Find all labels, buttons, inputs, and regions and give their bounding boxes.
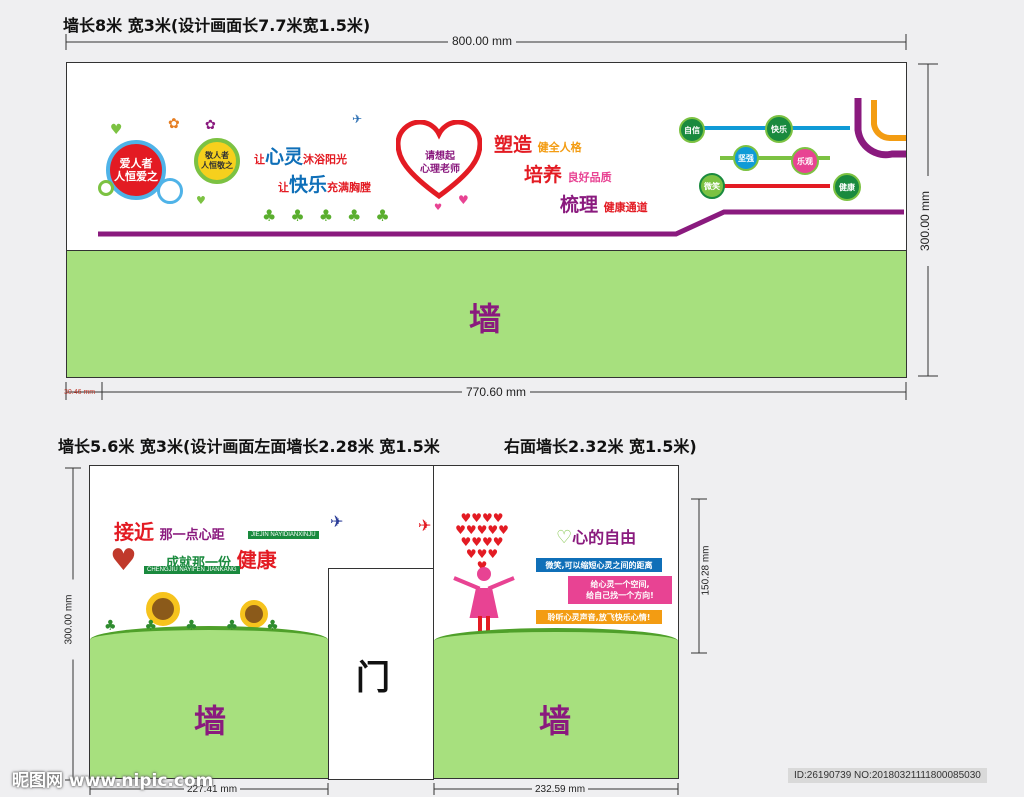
node-strong: 坚强 [733,145,759,171]
sprouts: ♣♣♣♣♣ [262,206,404,225]
bird-icon: ✈ [352,112,363,126]
growth1-small: 健全人格 [537,141,582,154]
watermark-right: ID:26190739 NO:20180321111800085030 [788,768,987,783]
top-height-label: 300.00 mm [918,176,932,266]
left-title-2-en: CHENGJIU NAYIFEN JIANKANG [144,566,240,574]
slogan2-small: 让 [278,181,289,194]
left-height-label: 300.00 mm [63,579,75,660]
slogan-line-2: 让快乐充满胸膛 [278,170,371,197]
circle-respect: 敬人者 人恒敬之 [194,138,240,184]
slogan1-small: 让 [254,153,265,166]
node-optimism-text: 乐观 [797,156,813,166]
heart-icon-small: ♥ [196,194,206,207]
top-width-label: 800.00 mm [448,34,517,48]
right-title: ♡心的自由 [556,524,636,548]
heart-icon-red: ♥ [110,543,137,578]
left-title1-big: 接近 [114,520,154,544]
node-optimism: 乐观 [791,147,819,175]
left-title-1: 接近 那一点心距 [114,516,225,545]
bird-icon-red: ✈ [418,516,432,535]
right-grass [434,628,678,654]
growth3-small: 健康通道 [603,201,648,214]
growth2-big: 培养 [524,164,563,186]
bird-icon-blue: ✈ [330,512,344,531]
node-happy: 快乐 [765,115,793,143]
right-width-label: 232.59 mm [532,784,589,795]
butterfly-icon-2: ✿ [205,118,216,133]
door-label: 门 [356,658,390,698]
slogan2-rest: 充满胸膛 [327,181,372,194]
growth-line-2: 培养 良好品质 [524,160,612,187]
butterfly-icon: ✿ [168,116,180,132]
node-health-text: 健康 [839,182,855,192]
circle-respect-text: 敬人者 人恒敬之 [201,151,233,170]
left-sprouts: ♣♣♣♣♣ [104,618,307,634]
heart-icon-pink-2: ♥ [434,203,443,213]
slogan1-rest: 沐浴阳光 [303,153,348,166]
heart-tree: ♥♥♥♥ ♥♥♥♥♥ ♥♥♥♥ ♥♥♥ ♥ [455,511,509,573]
left-title1-small: 那一点心距 [159,528,225,543]
growth1-big: 塑造 [494,134,533,156]
heart-icon-green: ♥ [110,122,123,138]
right-line-3: 聆听心灵声音,放飞快乐心情! [536,610,662,624]
left-title-1-en: JIEJIN NAYIDIANXINJU [248,531,319,539]
top-wall-label: 墙 [468,300,501,338]
top-offset-label: 30.46 mm [64,389,96,396]
growth2-small: 良好品质 [567,171,612,184]
node-smile-text: 微笑 [704,181,720,191]
right-line-1: 微笑,可以缩短心灵之间的距离 [536,558,662,572]
left-wall-label: 墙 [193,702,226,740]
circle-deco-2 [98,180,114,196]
node-health: 健康 [833,173,861,201]
growth-line-3: 梳理 健康通道 [560,190,648,217]
growth3-big: 梳理 [560,194,599,216]
top-bottom-label: 770.60 mm [462,385,531,399]
left-title2-big: 健康 [236,548,277,572]
heart-icon-outline: ♡ [556,527,573,548]
right-height-label: 150.28 mm [700,530,712,611]
heart-text: 请想起 心理老师 [420,151,460,175]
top-purple-line [98,209,904,237]
corner-arc [854,98,906,159]
bottom-header-left: 墙长5.6米 宽3米(设计画面左面墙长2.28米 宽1.5米 [58,437,440,456]
node-strong-text: 坚强 [738,153,754,163]
bottom-header-right: 右面墙长2.32米 宽1.5米) [504,437,697,456]
slogan2-big: 快乐 [289,174,328,196]
watermark-left: 昵图网 www.nipic.com [12,771,214,791]
node-smile: 微笑 [699,173,725,199]
circle-love-text: 爱人者 人恒爱之 [114,157,158,183]
right-wall-label: 墙 [538,702,571,740]
slogan-line-1: 让心灵沐浴阳光 [254,142,347,169]
circle-deco-1 [157,178,183,204]
growth-line-1: 塑造 健全人格 [494,130,582,157]
node-confidence: 自信 [679,117,705,143]
right-title-text: 心的自由 [572,528,637,547]
node-confidence-text: 自信 [684,125,700,135]
slogan1-big: 心灵 [265,146,304,168]
node-happy-text: 快乐 [771,124,787,134]
heart-icon-pink: ♥ [458,193,469,207]
right-line-2: 给心灵一个空间, 给自己找一个方向! [568,576,672,604]
